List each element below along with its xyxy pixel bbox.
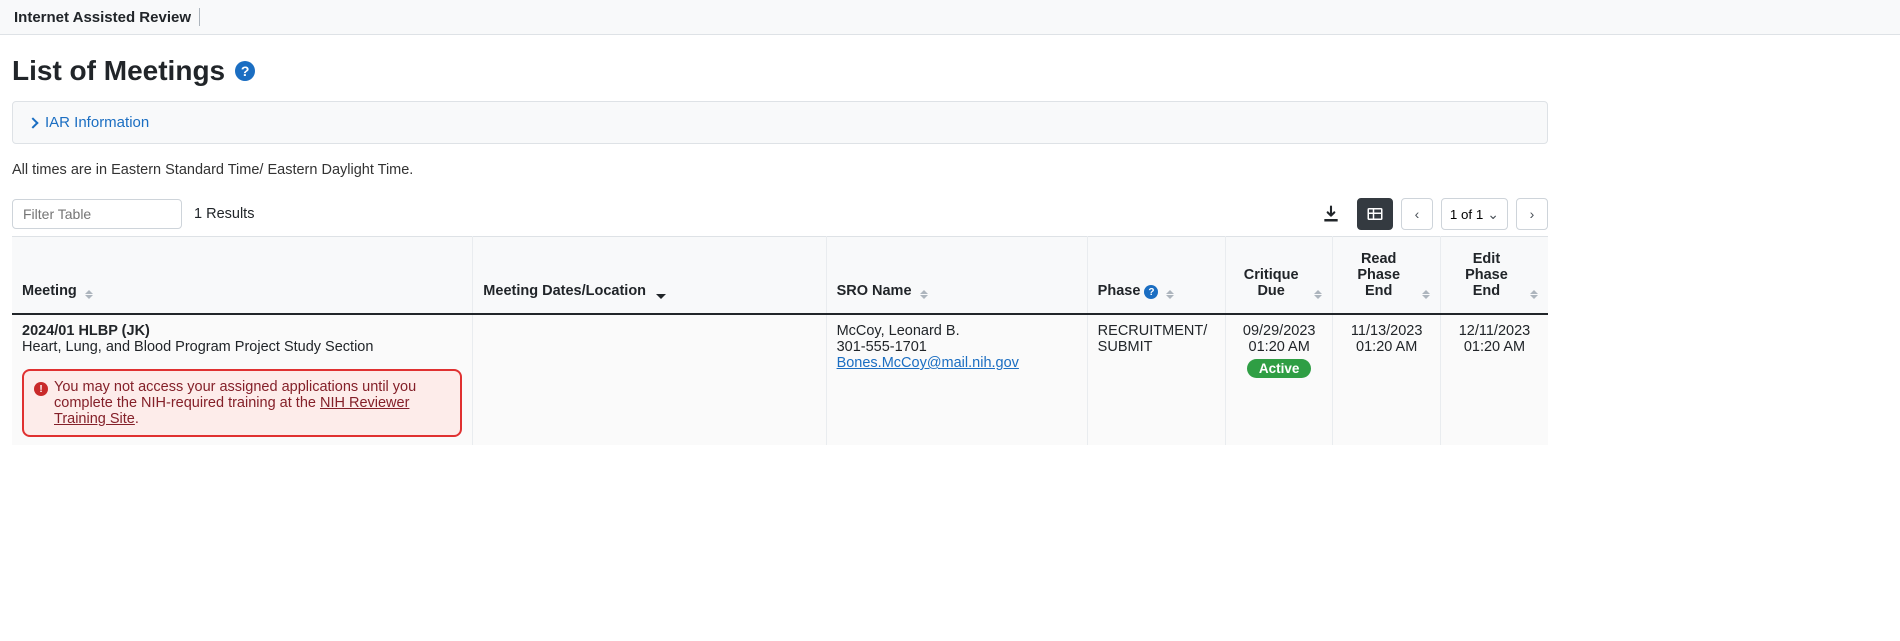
- col-phase[interactable]: Phase ?: [1087, 237, 1225, 315]
- col-read-phase-end[interactable]: Read Phase End: [1333, 237, 1441, 315]
- edit-end-time: 01:20 AM: [1451, 339, 1538, 355]
- chevron-down-icon: ⌄: [1487, 206, 1499, 223]
- read-end-time: 01:20 AM: [1343, 339, 1430, 355]
- app-title: Internet Assisted Review: [14, 9, 191, 26]
- col-dates-location[interactable]: Meeting Dates/Location: [473, 237, 826, 315]
- phase-value: RECRUITMENT/SUBMIT: [1098, 323, 1215, 355]
- col-critique-due[interactable]: Critique Due: [1225, 237, 1333, 315]
- page-select-button[interactable]: 1 of 1 ⌄: [1441, 198, 1508, 230]
- timezone-note: All times are in Eastern Standard Time/ …: [12, 162, 1548, 178]
- chevron-right-icon: [27, 117, 38, 128]
- download-icon[interactable]: [1313, 198, 1349, 230]
- sro-phone: 301-555-1701: [837, 339, 1077, 355]
- col-sro-name[interactable]: SRO Name: [826, 237, 1087, 315]
- filter-table-input[interactable]: [12, 199, 182, 229]
- meetings-table: Meeting Meeting Dates/Location SRO Name …: [12, 236, 1548, 445]
- sort-icon: [1314, 290, 1322, 299]
- page-title: List of Meetings: [12, 55, 225, 87]
- sort-icon: [1530, 290, 1538, 299]
- iar-info-header[interactable]: IAR Information: [29, 114, 1531, 131]
- iar-info-label: IAR Information: [45, 114, 149, 131]
- iar-info-panel[interactable]: IAR Information: [12, 101, 1548, 144]
- sort-desc-icon: [656, 294, 666, 299]
- read-end-date: 11/13/2023: [1343, 323, 1430, 339]
- results-count: 1 Results: [194, 206, 254, 222]
- sort-icon: [1422, 290, 1430, 299]
- critique-due-time: 01:20 AM: [1236, 339, 1323, 355]
- sort-icon: [1166, 290, 1174, 299]
- table-settings-icon[interactable]: [1357, 198, 1393, 230]
- next-page-button[interactable]: ›: [1516, 198, 1548, 230]
- col-meeting[interactable]: Meeting: [12, 237, 473, 315]
- sort-icon: [920, 290, 928, 299]
- cell-dates-location: [473, 314, 826, 445]
- meeting-code: 2024/01 HLBP (JK): [22, 323, 462, 339]
- chevron-left-icon: ‹: [1415, 206, 1420, 222]
- top-bar: Internet Assisted Review: [0, 0, 1900, 35]
- divider: [199, 8, 200, 26]
- page-label: 1 of 1: [1450, 207, 1483, 222]
- sro-email-link[interactable]: Bones.McCoy@mail.nih.gov: [837, 355, 1019, 371]
- table-row: 2024/01 HLBP (JK) Heart, Lung, and Blood…: [12, 314, 1548, 445]
- col-edit-phase-end[interactable]: Edit Phase End: [1440, 237, 1548, 315]
- edit-end-date: 12/11/2023: [1451, 323, 1538, 339]
- sro-name: McCoy, Leonard B.: [837, 323, 1077, 339]
- alert-icon: !: [34, 382, 48, 396]
- chevron-right-icon: ›: [1530, 206, 1535, 222]
- help-icon[interactable]: ?: [1144, 285, 1158, 299]
- critique-due-date: 09/29/2023: [1236, 323, 1323, 339]
- help-icon[interactable]: ?: [235, 61, 255, 81]
- prev-page-button[interactable]: ‹: [1401, 198, 1433, 230]
- training-warning: ! You may not access your assigned appli…: [22, 369, 462, 437]
- sort-icon: [85, 290, 93, 299]
- active-badge: Active: [1247, 359, 1312, 378]
- meeting-name: Heart, Lung, and Blood Program Project S…: [22, 339, 462, 355]
